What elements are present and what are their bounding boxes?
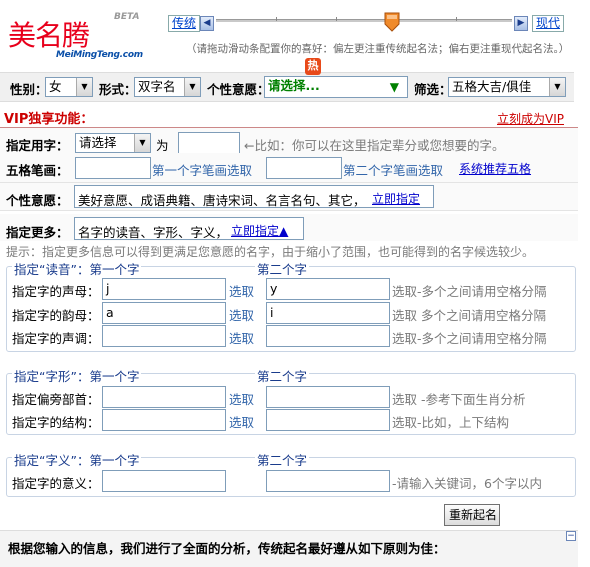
structure-first-pick[interactable]: 选取 (229, 412, 254, 431)
shape-second-legend: 第二个字 (255, 366, 310, 385)
wish-text: 美好意愿、成语典籍、唐诗宋词、名言名句、其它， (78, 193, 366, 208)
wish-select-value: 请选择... (268, 78, 320, 93)
recommend-wuge-link[interactable]: 系统推荐五格 (459, 160, 531, 177)
form-label: 形式： (99, 82, 137, 97)
initial-first-input[interactable]: j (102, 278, 226, 300)
gender-select[interactable]: 女 ▼ (45, 77, 93, 97)
structure-hint[interactable]: 选取-比如，上下结构 (392, 412, 509, 431)
slider-tick (276, 17, 277, 21)
specify-char-select[interactable]: 请选择 ▼ (75, 133, 151, 153)
structure-second-input[interactable] (266, 409, 390, 431)
specify-char-label: 指定用字： (6, 138, 69, 153)
logo-url: MeiMingTeng.com (56, 50, 143, 60)
chevron-down-icon: ▼ (76, 78, 92, 96)
final-first-pick[interactable]: 选取 (229, 305, 254, 324)
radical-first-pick[interactable]: 选取 (229, 389, 254, 408)
more-specify-link[interactable]: 立即指定▲ (231, 222, 288, 239)
become-vip-link[interactable]: 立刻成为VIP (497, 110, 564, 127)
wish-label: 个性意愿： (6, 193, 69, 208)
slider-right-arrow-icon[interactable]: ▶ (514, 16, 528, 31)
second-strokes-link[interactable]: 第二个字笔画选取 (343, 160, 443, 179)
gender-value: 女 (49, 79, 62, 94)
wish-specify-link[interactable]: 立即指定 (372, 190, 420, 207)
rename-button[interactable]: 重新起名 (444, 504, 500, 526)
tone-label: 指定字的声调： (12, 331, 100, 346)
meaning-first-input[interactable] (102, 470, 226, 492)
meaning-legend: 指定“字义”：第一个字 (12, 450, 142, 469)
tone-first-input[interactable] (102, 325, 226, 347)
modern-link[interactable]: 现代 (532, 15, 565, 32)
slider-tick (456, 17, 457, 21)
green-arrow-down-icon: ▼ (389, 80, 399, 94)
radical-hint[interactable]: 选取 -参考下面生肖分析 (392, 389, 525, 408)
meaning-second-legend: 第二个字 (255, 450, 310, 469)
structure-first-input[interactable] (102, 409, 226, 431)
final-hint[interactable]: 选取 多个之间请用空格分隔 (392, 305, 546, 324)
form-value: 双字名 (138, 79, 176, 94)
chevron-down-icon: ▼ (549, 78, 565, 96)
structure-label: 指定字的结构： (12, 415, 100, 430)
first-strokes-input[interactable] (75, 157, 151, 179)
filter-select[interactable]: 五格大吉/俱佳 ▼ (448, 77, 566, 97)
reading-legend: 指定“读音”：第一个字 (12, 259, 142, 278)
as-text: 为 (156, 138, 169, 153)
radical-second-input[interactable] (266, 386, 390, 408)
hot-badge: 热 (305, 58, 321, 75)
beta-badge: BETA (114, 12, 140, 22)
chevron-down-icon: ▼ (134, 134, 150, 152)
filter-value: 五格大吉/俱佳 (452, 79, 532, 94)
first-strokes-link[interactable]: 第一个字笔画选取 (152, 160, 252, 179)
analysis-text: 根据您输入的信息，我们进行了全面的分析，传统起名最好遵从如下原则为佳： (8, 541, 446, 556)
slider-hint: （请拖动滑动条配置你的喜好：偏左更注重传统起名法；偏右更注重现代起名法。） (186, 43, 570, 55)
specify-char-hint: ←比如：你可以在这里指定辈分或您想要的字。 (244, 138, 505, 153)
meaning-second-input[interactable] (266, 470, 390, 492)
tone-hint[interactable]: 选取-多个之间请用空格分隔 (392, 328, 547, 347)
reading-second-legend: 第二个字 (255, 259, 310, 278)
initial-hint[interactable]: 选取-多个之间请用空格分隔 (392, 281, 547, 300)
more-text: 名字的读音、字形、字义， (78, 225, 229, 240)
initial-second-input[interactable]: y (266, 278, 390, 300)
meaning-hint: -请输入关键词，6个字以内 (392, 476, 542, 491)
chevron-down-icon: ▼ (184, 78, 200, 96)
collapse-icon[interactable]: − (566, 531, 576, 541)
initial-first-pick[interactable]: 选取 (229, 281, 254, 300)
tone-second-input[interactable] (266, 325, 390, 347)
initial-label: 指定字的声母： (12, 284, 100, 299)
second-strokes-input[interactable] (266, 157, 342, 179)
vip-title: VIP独享功能： (4, 112, 94, 127)
wish-select[interactable]: 请选择... ▼ (264, 76, 408, 98)
meaning-label: 指定字的意义： (12, 476, 100, 491)
slider-thumb-icon[interactable] (384, 12, 400, 32)
final-second-input[interactable]: i (266, 302, 390, 324)
shape-legend: 指定“字形”：第一个字 (12, 366, 142, 385)
strokes-label: 五格笔画： (6, 163, 69, 178)
preference-slider-track[interactable] (216, 19, 512, 22)
tip-text: 提示：指定更多信息可以得到更满足您意愿的名字，由于缩小了范围，也可能得到的名字候… (6, 245, 535, 259)
more-label: 指定更多： (6, 225, 69, 240)
final-label: 指定字的韵母： (12, 308, 100, 323)
traditional-link[interactable]: 传统 (168, 15, 201, 32)
slider-tick (336, 17, 337, 21)
logo-text: 美名腾 (8, 19, 90, 52)
slider-left-arrow-icon[interactable]: ◀ (200, 16, 214, 31)
radical-label: 指定偏旁部首： (12, 392, 100, 407)
filter-label: 筛选： (414, 82, 452, 97)
final-first-input[interactable]: a (102, 302, 226, 324)
gender-label: 性别： (10, 82, 48, 97)
radical-first-input[interactable] (102, 386, 226, 408)
specify-char-input[interactable] (178, 132, 240, 154)
form-select[interactable]: 双字名 ▼ (134, 77, 201, 97)
wish-filter-label: 个性意愿： (207, 82, 270, 97)
specify-char-value: 请选择 (79, 135, 117, 150)
tone-first-pick[interactable]: 选取 (229, 328, 254, 347)
